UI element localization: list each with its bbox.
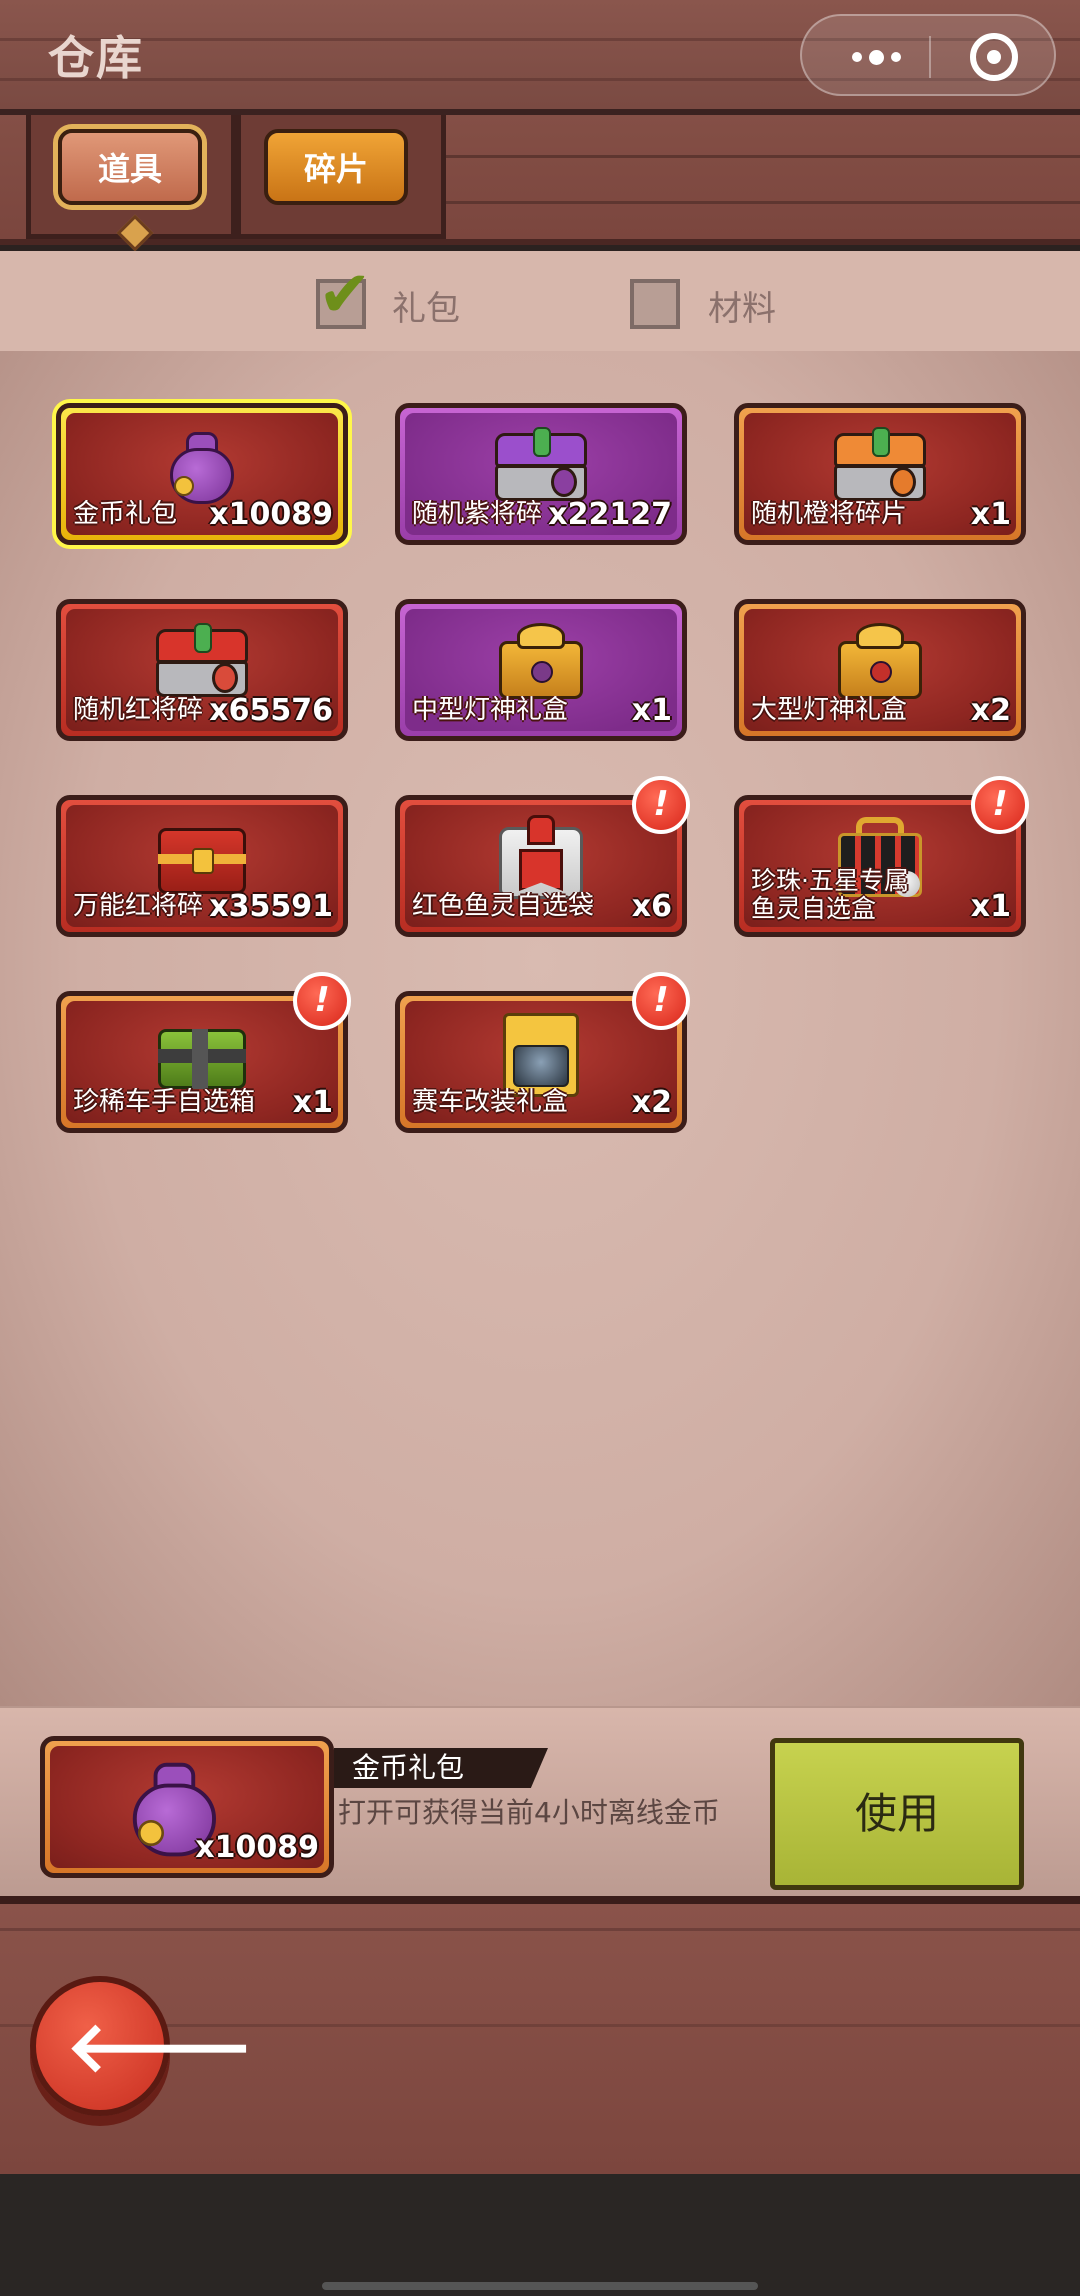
inventory-item[interactable]: 赛车改装礼盒 x2 ! <box>395 972 690 1133</box>
inventory-item[interactable]: 随机红将碎 x65576 <box>56 599 348 741</box>
item-count: x1 <box>970 497 1011 532</box>
close-miniprogram-icon[interactable] <box>970 33 1018 81</box>
lamp-box-icon <box>826 620 934 704</box>
selected-item-preview: x10089 <box>40 1736 334 1878</box>
checkmark-icon: ✔ <box>318 258 372 332</box>
inventory-item[interactable]: 大型灯神礼盒 x2 <box>734 599 1026 741</box>
item-name: 随机紫将碎 <box>412 500 543 530</box>
selected-item-count: x10089 <box>195 1830 319 1865</box>
inventory-item[interactable]: 中型灯神礼盒 x1 <box>395 599 687 741</box>
item-name: 大型灯神礼盒 <box>751 696 908 726</box>
alert-badge-icon: ! <box>293 972 351 1030</box>
use-button[interactable]: 使用 <box>770 1738 1024 1890</box>
item-count: x35591 <box>209 889 333 924</box>
item-name: 珍稀车手自选箱 <box>73 1088 256 1118</box>
item-count: x6 <box>631 889 672 924</box>
item-count: x2 <box>970 693 1011 728</box>
item-count: x10089 <box>209 497 333 532</box>
top-bar: 仓库 <box>0 0 1080 115</box>
inventory-item[interactable]: 红色鱼灵自选袋 x6 ! <box>395 776 690 937</box>
pouch-icon <box>487 815 595 900</box>
purple-chest-icon <box>487 424 595 508</box>
filter-bar: ✔ 礼包 材料 <box>0 251 1080 351</box>
miniprogram-capsule <box>800 14 1056 96</box>
home-indicator <box>322 2282 758 2290</box>
item-count: x65576 <box>209 693 333 728</box>
back-arrow-icon: 🡐 <box>66 2006 254 2088</box>
inventory-item[interactable]: 随机紫将碎 x22127 <box>395 403 687 545</box>
red-chest-icon <box>148 620 256 704</box>
item-count: x2 <box>631 1085 672 1120</box>
item-count: x22127 <box>548 497 672 532</box>
item-name: 金币礼包 <box>73 500 178 530</box>
inventory-grid: 金币礼包 x10089 随机紫将碎 x22127 随机橙将碎片 x1 随机红将碎… <box>0 351 1080 1706</box>
item-count: x1 <box>631 693 672 728</box>
back-button[interactable]: 🡐 <box>30 1976 254 2116</box>
inventory-item[interactable]: 金币礼包 x10089 <box>56 403 348 545</box>
item-detail-panel: x10089 金币礼包 打开可获得当前4小时离线金币 使用 <box>0 1706 1080 1896</box>
more-icon[interactable] <box>838 42 914 72</box>
car-box-icon <box>487 1012 595 1097</box>
tab-props[interactable]: 道具 <box>58 129 202 205</box>
lamp-box-icon <box>487 620 595 704</box>
material-filter-checkbox[interactable] <box>630 279 680 329</box>
item-name: 赛车改装礼盒 <box>412 1088 569 1118</box>
tab-strip: 道具 碎片 <box>0 115 1080 245</box>
system-bottom-area <box>0 2174 1080 2296</box>
item-count: x1 <box>292 1085 333 1120</box>
alert-badge-icon: ! <box>632 972 690 1030</box>
page-title: 仓库 <box>48 31 144 85</box>
inventory-item[interactable]: 珍珠·五星专属鱼灵自选盒 x1 ! <box>734 776 1029 937</box>
inventory-item[interactable]: 珍稀车手自选箱 x1 ! <box>56 972 351 1133</box>
gift-filter-label[interactable]: 礼包 <box>392 281 460 330</box>
item-name: 随机红将碎 <box>73 696 204 726</box>
red-treasure-icon <box>148 816 256 900</box>
orange-chest-icon <box>826 424 934 508</box>
item-name: 珍珠·五星专属鱼灵自选盒 <box>751 866 909 924</box>
item-name: 随机橙将碎片 <box>751 500 908 530</box>
tab-fragments[interactable]: 碎片 <box>264 129 408 205</box>
item-name: 中型灯神礼盒 <box>412 696 569 726</box>
item-name: 万能红将碎 <box>73 892 204 922</box>
selected-item-description: 打开可获得当前4小时离线金币 <box>338 1796 720 1829</box>
coin-bag-icon <box>148 424 256 508</box>
bottom-bar: 🡐 <box>0 1896 1080 2174</box>
alert-badge-icon: ! <box>971 776 1029 834</box>
selected-item-name: 金币礼包 <box>334 1748 548 1788</box>
item-count: x1 <box>970 889 1011 924</box>
item-name: 红色鱼灵自选袋 <box>412 892 595 922</box>
coin-bag-icon <box>125 1755 216 1857</box>
green-box-icon <box>148 1012 256 1096</box>
alert-badge-icon: ! <box>632 776 690 834</box>
inventory-item[interactable]: 万能红将碎 x35591 <box>56 795 348 937</box>
inventory-item[interactable]: 随机橙将碎片 x1 <box>734 403 1026 545</box>
material-filter-label[interactable]: 材料 <box>708 281 776 330</box>
